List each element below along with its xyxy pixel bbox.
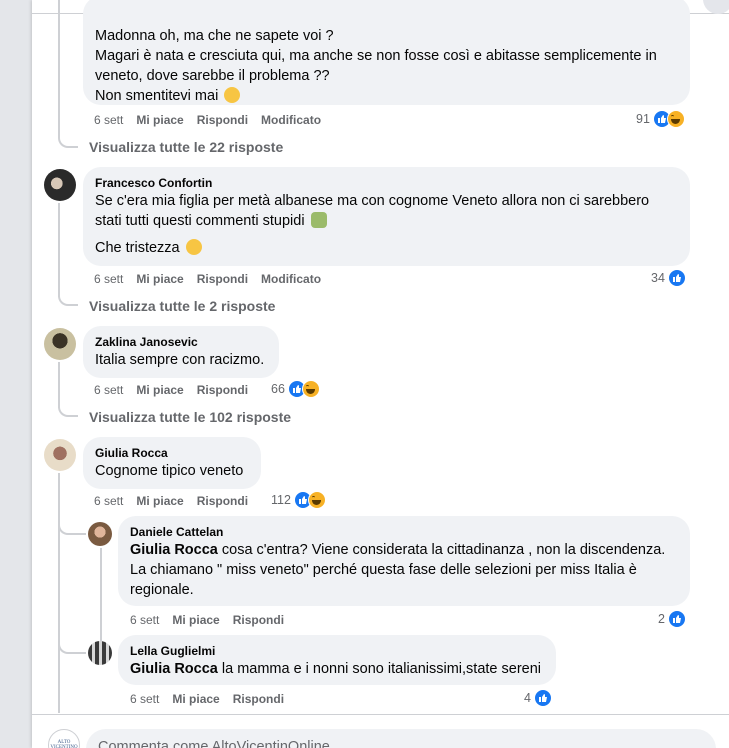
- reply-button[interactable]: Rispondi: [197, 383, 248, 397]
- clapping-hands-emoji-icon: [224, 87, 241, 103]
- reactions[interactable]: 66: [271, 379, 320, 399]
- like-button[interactable]: Mi piace: [136, 383, 183, 397]
- reply-bubble: Daniele Cattelan Giulia Rocca cosa c'ent…: [118, 516, 690, 606]
- comment-text-line: Che tristezza: [95, 240, 180, 256]
- avatar[interactable]: [44, 169, 76, 201]
- thread-curve: [58, 397, 78, 417]
- view-all-replies-link[interactable]: Visualizza tutte le 22 risposte: [89, 139, 283, 155]
- like-button[interactable]: Mi piace: [172, 613, 219, 627]
- avatar[interactable]: [44, 328, 76, 360]
- comment-actions: 6 sett Mi piace Rispondi Modificato: [94, 112, 334, 128]
- timestamp[interactable]: 6 sett: [94, 383, 123, 397]
- view-all-replies-link[interactable]: Visualizza tutte le 2 risposte: [89, 298, 275, 314]
- thread-line: [100, 548, 102, 642]
- sad-face-emoji-icon: [185, 239, 202, 255]
- edited-label: Modificato: [261, 113, 322, 127]
- haha-reaction-icon: [307, 491, 326, 509]
- comment-text: Cognome tipico veneto: [95, 463, 244, 479]
- comment-bubble: Zaklina Janosevic Italia sempre con raci…: [83, 326, 279, 378]
- comment-actions: 6 sett Mi piace Rispondi Modificato: [94, 271, 334, 287]
- reply-text-line: la mamma e i nonni sono italianissimi,st…: [221, 661, 542, 677]
- reply-actions: 6 sett Mi piace Rispondi: [130, 691, 297, 707]
- commenter-name[interactable]: Giulia Rocca: [95, 445, 249, 461]
- reply-actions: 6 sett Mi piace Rispondi: [130, 612, 297, 628]
- timestamp[interactable]: 6 sett: [130, 692, 159, 706]
- like-button[interactable]: Mi piace: [136, 113, 183, 127]
- reaction-count: 4: [524, 691, 531, 705]
- comment-bubble: Giulia Rocca Cognome tipico veneto: [83, 437, 261, 489]
- person-emoji-icon: [310, 212, 327, 228]
- comments-panel: Madonna oh, ma che ne sapete voi ? Magar…: [32, 0, 729, 748]
- reply-button[interactable]: Rispondi: [197, 272, 248, 286]
- comment-text-line: stati tutti questi commenti stupidi: [95, 213, 305, 229]
- view-all-replies-link[interactable]: Visualizza tutte le 102 risposte: [89, 409, 291, 425]
- timestamp[interactable]: 6 sett: [94, 272, 123, 286]
- comment-actions: 6 sett Mi piace Rispondi: [94, 493, 261, 509]
- reactions[interactable]: 112: [271, 490, 326, 510]
- thread-curve: [58, 128, 78, 148]
- reactions[interactable]: 4: [524, 688, 552, 708]
- like-reaction-icon: [533, 689, 552, 707]
- thread-curve: [58, 634, 86, 654]
- reaction-count: 2: [658, 612, 665, 626]
- thread-line: [58, 473, 60, 713]
- haha-reaction-icon: [301, 380, 320, 398]
- comment-composer: ALTO VICENTINO Commenta come AltoVicenti…: [32, 714, 729, 748]
- comment-text-line: Non smentitevi mai: [95, 88, 219, 104]
- mention-tag[interactable]: Giulia Rocca: [130, 661, 218, 677]
- timestamp[interactable]: 6 sett: [94, 494, 123, 508]
- reaction-count: 34: [651, 271, 665, 285]
- thread-curve: [58, 515, 86, 535]
- thread-curve: [58, 286, 78, 306]
- comment-input[interactable]: Commenta come AltoVicentinOnline: [86, 729, 716, 748]
- commenter-name[interactable]: Lella Guglielmi: [130, 643, 544, 659]
- like-button[interactable]: Mi piace: [136, 272, 183, 286]
- reactions[interactable]: 34: [651, 268, 686, 288]
- reaction-count: 91: [636, 112, 650, 126]
- reactions[interactable]: 91: [636, 109, 685, 129]
- page-avatar[interactable]: ALTO VICENTINO: [48, 729, 80, 748]
- reaction-count: 66: [271, 382, 285, 396]
- like-button[interactable]: Mi piace: [172, 692, 219, 706]
- commenter-name[interactable]: Zaklina Janosevic: [95, 334, 267, 350]
- comment-text-line: Magari è nata e cresciuta qui, ma anche …: [95, 48, 657, 64]
- avatar[interactable]: [44, 439, 76, 471]
- reply-button[interactable]: Rispondi: [233, 613, 284, 627]
- commenter-name[interactable]: Daniele Cattelan: [130, 524, 678, 540]
- thread-line: [58, 203, 60, 297]
- like-reaction-icon: [667, 610, 686, 628]
- reply-text-line: La chiamano " miss veneto" perché questa…: [130, 562, 637, 578]
- timestamp[interactable]: 6 sett: [130, 613, 159, 627]
- timestamp[interactable]: 6 sett: [94, 113, 123, 127]
- haha-reaction-icon: [666, 110, 685, 128]
- reply-text-line: cosa c'entra? Viene considerata la citta…: [221, 542, 666, 558]
- avatar[interactable]: [88, 641, 112, 665]
- thread-line: [58, 0, 60, 132]
- reply-text-line: regionale.: [130, 582, 194, 598]
- reply-button[interactable]: Rispondi: [197, 494, 248, 508]
- like-reaction-icon: [667, 269, 686, 287]
- comment-bubble: Francesco Confortin Se c'era mia figlia …: [83, 167, 690, 266]
- comment-text-line: Se c'era mia figlia per metà albanese ma…: [95, 193, 650, 209]
- comment-text-line: veneto, dove sarebbe il problema ??: [95, 68, 330, 84]
- commenter-name[interactable]: Francesco Confortin: [95, 175, 678, 191]
- avatar[interactable]: [88, 522, 112, 546]
- close-icon[interactable]: [703, 0, 729, 14]
- edited-label: Modificato: [261, 272, 322, 286]
- reply-button[interactable]: Rispondi: [233, 692, 284, 706]
- comment-actions: 6 sett Mi piace Rispondi: [94, 382, 261, 398]
- page-avatar-logo-text: ALTO VICENTINO: [50, 740, 78, 748]
- like-button[interactable]: Mi piace: [136, 494, 183, 508]
- comment-text-line: Madonna oh, ma che ne sapete voi ?: [95, 28, 334, 44]
- reply-button[interactable]: Rispondi: [197, 113, 248, 127]
- reaction-count: 112: [271, 493, 291, 507]
- reactions[interactable]: 2: [658, 609, 686, 629]
- reply-bubble: Lella Guglielmi Giulia Rocca la mamma e …: [118, 635, 556, 685]
- mention-tag[interactable]: Giulia Rocca: [130, 542, 218, 558]
- comment-bubble: Madonna oh, ma che ne sapete voi ? Magar…: [83, 0, 690, 105]
- comment-text: Italia sempre con racizmo.: [95, 352, 265, 368]
